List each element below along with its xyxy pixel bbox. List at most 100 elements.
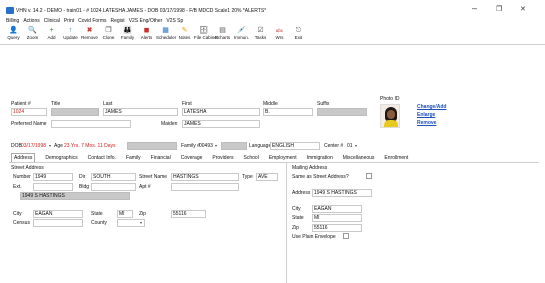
add-tool-button[interactable]: + Add xyxy=(42,27,61,40)
street-name-field[interactable]: HASTINGS xyxy=(171,173,239,181)
full-street-address: 1949 S HASTINGS xyxy=(20,192,130,200)
ext-field[interactable] xyxy=(33,183,73,191)
tab-demographics[interactable]: Demographics xyxy=(45,155,77,162)
tool-label: File Cabinet xyxy=(194,35,219,40)
update-tool-button[interactable]: ↑ Update xyxy=(61,27,80,40)
center-value[interactable]: 01 xyxy=(347,143,353,149)
remove-tool-button[interactable]: ✖ Remove xyxy=(80,27,99,40)
suffix-field[interactable] xyxy=(317,108,367,116)
street-name-label: Street Name xyxy=(139,174,168,180)
zoom-tool-button[interactable]: 🔍 Zoom xyxy=(23,27,42,40)
notes-tool-button[interactable]: ✎ Notes xyxy=(175,27,194,40)
mailing-state-label: State xyxy=(292,215,304,221)
tab-miscellaneous[interactable]: Miscellaneous xyxy=(343,155,375,162)
middle-name-field[interactable]: B. xyxy=(263,108,313,116)
patient-num-field[interactable]: 1024 xyxy=(11,108,47,116)
mailing-address-label: Address xyxy=(292,190,311,196)
tool-label: Scheduler xyxy=(156,35,177,40)
last-name-label: Last xyxy=(103,101,113,107)
city-field[interactable]: EAGAN xyxy=(33,210,83,218)
tab-bar: Address Demographics Contact Info. Famil… xyxy=(11,153,408,162)
restore-button[interactable]: ❐ xyxy=(496,5,502,13)
immun-tool-button[interactable]: 💉 Immun. xyxy=(232,27,251,40)
street-number-field[interactable]: 1949 xyxy=(33,173,73,181)
tab-immigration[interactable]: Immigration xyxy=(307,155,333,162)
remove-photo-link[interactable]: Remove xyxy=(417,120,436,126)
patient-num-label: Patient # xyxy=(11,101,31,107)
center-dropdown-icon[interactable]: ▾ xyxy=(355,143,357,148)
file-cabinet-tool-button[interactable]: 🗄 File Cabinet xyxy=(194,27,219,40)
first-name-field[interactable]: LATESHA xyxy=(182,108,260,116)
remove-icon: ✖ xyxy=(86,27,93,34)
apt-field[interactable] xyxy=(171,183,239,191)
menu-covid-forms[interactable]: Covid Forms xyxy=(78,18,106,26)
tab-address[interactable]: Address xyxy=(11,153,36,162)
scheduler-tool-button[interactable]: ▦ Scheduler xyxy=(156,27,177,40)
exit-tool-button[interactable]: ⎋ Exit xyxy=(289,27,308,40)
menu-regist[interactable]: Regist xyxy=(111,18,125,26)
menu-v2s-eng-other[interactable]: V2S Eng/Other xyxy=(129,18,163,26)
enlarge-photo-link[interactable]: Enlarge xyxy=(417,112,435,118)
tab-family[interactable]: Family xyxy=(126,155,141,162)
street-type-select[interactable]: AVE xyxy=(256,173,278,181)
age-extra-field xyxy=(127,142,177,150)
dob-value[interactable]: 03/17/1998 xyxy=(21,143,46,149)
menu-billing[interactable]: Billing xyxy=(6,18,19,26)
last-name-field[interactable]: JAMES xyxy=(103,108,178,116)
clone-tool-button[interactable]: ❐ Clone xyxy=(99,27,118,40)
tab-employment[interactable]: Employment xyxy=(269,155,297,162)
county-label: County xyxy=(91,220,107,226)
echarts-tool-button[interactable]: ▤ Echarts xyxy=(213,27,232,40)
preferred-name-field[interactable] xyxy=(51,120,131,128)
tab-enrollment[interactable]: Enrollment xyxy=(384,155,408,162)
close-button[interactable]: ✕ xyxy=(520,5,526,13)
title-field[interactable] xyxy=(51,108,99,116)
state-label: State xyxy=(91,211,103,217)
county-dropdown-icon[interactable]: ▾ xyxy=(140,220,142,225)
tab-providers[interactable]: Providers xyxy=(212,155,233,162)
same-as-street-checkbox[interactable] xyxy=(366,173,372,179)
family-extra-field xyxy=(221,142,247,150)
column-divider xyxy=(286,163,287,283)
state-field[interactable]: MI xyxy=(117,210,133,218)
spell-check-icon: abc xyxy=(275,28,284,33)
family-tool-button[interactable]: 👪 Family xyxy=(118,27,137,40)
bldg-field[interactable] xyxy=(91,183,136,191)
tasks-tool-button[interactable]: ☑ Tasks xyxy=(251,27,270,40)
tab-financial[interactable]: Financial xyxy=(151,155,171,162)
street-dir-select[interactable]: SOUTH xyxy=(91,173,136,181)
app-icon xyxy=(6,7,14,14)
mailing-address-field[interactable]: 1949 S HASTINGS xyxy=(312,189,372,197)
plain-envelope-checkbox[interactable] xyxy=(343,233,349,239)
tab-school[interactable]: School xyxy=(244,155,259,162)
query-tool-button[interactable]: 👤 Query xyxy=(4,27,23,40)
menu-clinical[interactable]: Clinical xyxy=(44,18,60,26)
tool-label: Add xyxy=(47,35,56,40)
mailing-state-field[interactable]: MI xyxy=(312,214,362,222)
first-name-label: First xyxy=(182,101,192,107)
tab-contact-info[interactable]: Contact Info. xyxy=(88,155,116,162)
tab-coverage[interactable]: Coverage xyxy=(181,155,203,162)
notes-icon: ✎ xyxy=(181,27,188,34)
menu-actions[interactable]: Actions xyxy=(23,18,39,26)
family-dropdown-icon[interactable]: ▾ xyxy=(215,143,217,148)
wrs-tool-button[interactable]: abc Wrs xyxy=(270,27,289,40)
language-select[interactable]: ENGLISH xyxy=(270,142,320,150)
alerts-tool-button[interactable]: ◼ Alerts xyxy=(137,27,156,40)
maiden-name-field[interactable]: JAMES xyxy=(182,120,260,128)
dob-dropdown-icon[interactable]: ▾ xyxy=(49,143,51,148)
minimize-button[interactable]: – xyxy=(472,3,477,13)
immunization-icon: 💉 xyxy=(237,27,246,34)
mailing-city-field[interactable]: EAGAN xyxy=(312,205,362,213)
zip-field[interactable]: 55116 xyxy=(171,210,206,218)
change-add-photo-link[interactable]: Change/Add xyxy=(417,104,446,110)
alerts-icon: ◼ xyxy=(143,27,150,34)
menu-print[interactable]: Print xyxy=(64,18,74,26)
census-field[interactable] xyxy=(33,219,83,227)
menu-v2s-sp[interactable]: V2S Sp xyxy=(166,18,183,26)
plain-envelope-label: Use Plain Envelope xyxy=(292,234,336,240)
family-num-value[interactable]: 00493 xyxy=(199,143,213,149)
number-label: Number xyxy=(13,174,31,180)
mailing-zip-field[interactable]: 55116 xyxy=(312,224,362,232)
tool-label: Tasks xyxy=(254,35,267,40)
